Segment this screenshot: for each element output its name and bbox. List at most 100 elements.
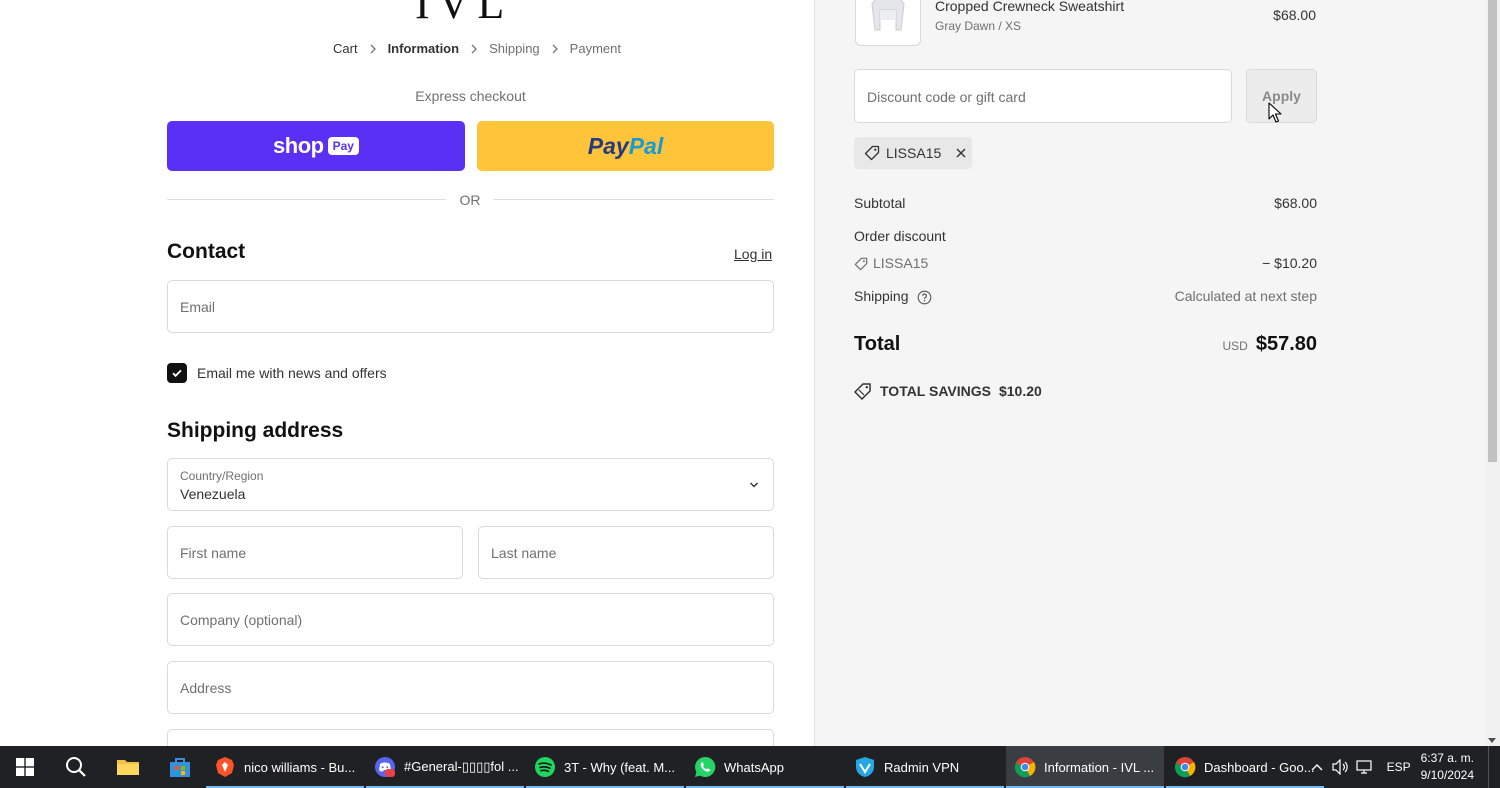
first-name-field[interactable]: First name bbox=[167, 526, 463, 579]
help-circle-icon[interactable] bbox=[917, 290, 932, 305]
apartment-field[interactable] bbox=[167, 729, 774, 746]
login-link[interactable]: Log in bbox=[734, 246, 772, 262]
shipping-address-heading: Shipping address bbox=[167, 419, 344, 442]
order-discount-row: Order discount bbox=[854, 228, 1317, 244]
system-clock[interactable]: 6:37 a. m. 9/10/2024 bbox=[1421, 750, 1474, 784]
order-discount-label: Order discount bbox=[854, 228, 946, 244]
product-name: Cropped Crewneck Sweatshirt bbox=[935, 0, 1125, 14]
paypal-button[interactable]: Pay Pal bbox=[477, 121, 774, 171]
taskbar-item-chrome-information[interactable]: Information - IVL ... bbox=[1006, 746, 1164, 788]
applied-discount-chip: LISSA15 bbox=[854, 137, 972, 169]
taskbar-item-spotify[interactable]: 3T - Why (feat. M... bbox=[526, 746, 684, 788]
address-field[interactable]: Address bbox=[167, 661, 774, 714]
windows-logo-icon bbox=[16, 758, 34, 776]
mouse-cursor-icon bbox=[1268, 102, 1282, 123]
shipping-label: Shipping bbox=[854, 288, 909, 304]
last-name-placeholder: Last name bbox=[491, 544, 557, 561]
page-scrollbar[interactable] bbox=[1485, 0, 1500, 746]
applied-discount-code: LISSA15 bbox=[886, 145, 942, 161]
taskbar-item-brave[interactable]: nico williams - Bu... bbox=[206, 746, 364, 788]
chevron-up-icon[interactable] bbox=[1305, 746, 1329, 788]
store-button[interactable] bbox=[154, 746, 206, 788]
brave-icon bbox=[214, 756, 236, 778]
whatsapp-icon bbox=[694, 756, 716, 778]
country-value: Venezuela bbox=[180, 486, 246, 502]
scrollbar-thumb[interactable] bbox=[1488, 0, 1497, 462]
volume-icon[interactable] bbox=[1329, 746, 1353, 788]
savings-label: TOTAL SAVINGS bbox=[880, 383, 991, 399]
last-name-field[interactable]: Last name bbox=[478, 526, 774, 579]
chevron-down-icon bbox=[750, 482, 758, 488]
first-name-placeholder: First name bbox=[180, 544, 247, 561]
remove-discount-icon[interactable] bbox=[955, 147, 967, 159]
task-label: Radmin VPN bbox=[884, 759, 960, 775]
show-desktop-button[interactable] bbox=[1488, 746, 1500, 788]
shop-pay-pill: Pay bbox=[327, 137, 359, 155]
savings-value: $10.20 bbox=[998, 383, 1042, 399]
brand-logo[interactable]: IVL bbox=[415, 0, 512, 26]
contact-heading: Contact bbox=[167, 240, 246, 263]
savings-tag-icon bbox=[854, 382, 872, 400]
sweatshirt-image bbox=[871, 0, 905, 31]
task-label: nico williams - Bu... bbox=[244, 759, 356, 775]
discount-placeholder: Discount code or gift card bbox=[867, 89, 1026, 105]
discount-code-input[interactable]: Discount code or gift card bbox=[854, 69, 1232, 123]
task-label: 3T - Why (feat. M... bbox=[564, 759, 676, 775]
or-label: OR bbox=[459, 192, 481, 208]
chevron-right-icon bbox=[551, 44, 559, 54]
breadcrumb-cart[interactable]: Cart bbox=[333, 41, 358, 56]
taskbar-item-radmin[interactable]: Radmin VPN bbox=[846, 746, 1004, 788]
subtotal-row: Subtotal $68.00 bbox=[854, 195, 1317, 211]
input-language[interactable]: ESP bbox=[1387, 760, 1411, 774]
company-placeholder: Company (optional) bbox=[180, 611, 303, 628]
start-button[interactable] bbox=[0, 746, 50, 788]
shop-pay-wordmark: shop bbox=[273, 133, 324, 158]
scroll-down-arrow-icon[interactable] bbox=[1488, 738, 1496, 743]
tag-icon bbox=[864, 145, 880, 161]
system-tray: ESP 6:37 a. m. 9/10/2024 bbox=[1305, 746, 1500, 788]
discount-code-row: LISSA15 − $10.20 bbox=[854, 255, 1317, 271]
breadcrumb-shipping: Shipping bbox=[489, 41, 540, 56]
taskbar-item-discord[interactable]: #General-▯▯▯▯fol ... bbox=[366, 746, 524, 788]
task-label: Information - IVL ... bbox=[1044, 759, 1155, 775]
total-currency: USD bbox=[1222, 339, 1248, 353]
discord-icon bbox=[374, 756, 396, 778]
network-icon[interactable] bbox=[1353, 746, 1377, 788]
discount-value: − $10.20 bbox=[1262, 255, 1317, 271]
product-price: $68.00 bbox=[1273, 7, 1316, 23]
paypal-wordmark-pay: Pay bbox=[587, 132, 629, 159]
total-value: $57.80 bbox=[1255, 333, 1317, 355]
breadcrumb-information: Information bbox=[387, 41, 460, 56]
total-amount: USD $57.80 bbox=[1222, 333, 1317, 356]
address-placeholder: Address bbox=[180, 679, 232, 696]
taskbar-item-whatsapp[interactable]: WhatsApp bbox=[686, 746, 844, 788]
radmin-icon bbox=[854, 756, 876, 778]
folder-icon bbox=[117, 760, 139, 775]
chrome-icon bbox=[1014, 756, 1036, 778]
country-label: Country/Region bbox=[180, 469, 264, 483]
store-icon bbox=[170, 758, 190, 777]
discount-code-label: LISSA15 bbox=[873, 255, 929, 271]
product-variant: Gray Dawn / XS bbox=[935, 19, 1022, 33]
total-savings: TOTAL SAVINGS $10.20 bbox=[854, 382, 1042, 400]
file-explorer-button[interactable] bbox=[102, 746, 154, 788]
search-button[interactable] bbox=[50, 746, 102, 788]
task-label: WhatsApp bbox=[724, 759, 784, 775]
subtotal-label: Subtotal bbox=[854, 195, 906, 211]
clock-time: 6:37 a. m. bbox=[1420, 751, 1474, 765]
newsletter-label: Email me with news and offers bbox=[197, 365, 387, 381]
taskbar-item-chrome-dashboard[interactable]: Dashboard - Goo... bbox=[1166, 746, 1324, 788]
email-placeholder: Email bbox=[180, 298, 216, 315]
country-select[interactable]: Country/Region Venezuela bbox=[167, 458, 774, 511]
express-checkout-title: Express checkout bbox=[415, 88, 526, 104]
newsletter-checkbox[interactable] bbox=[167, 363, 187, 383]
subtotal-value: $68.00 bbox=[1274, 195, 1317, 211]
product-thumbnail bbox=[855, 0, 921, 46]
spotify-icon bbox=[534, 756, 556, 778]
email-field[interactable]: Email bbox=[167, 280, 774, 333]
company-field[interactable]: Company (optional) bbox=[167, 593, 774, 646]
chrome-icon bbox=[1174, 756, 1196, 778]
shop-pay-button[interactable]: shop Pay bbox=[167, 121, 465, 171]
chevron-right-icon bbox=[470, 44, 478, 54]
checkout-form-panel: IVL Cart Information Shipping Payment Ex… bbox=[0, 0, 815, 746]
